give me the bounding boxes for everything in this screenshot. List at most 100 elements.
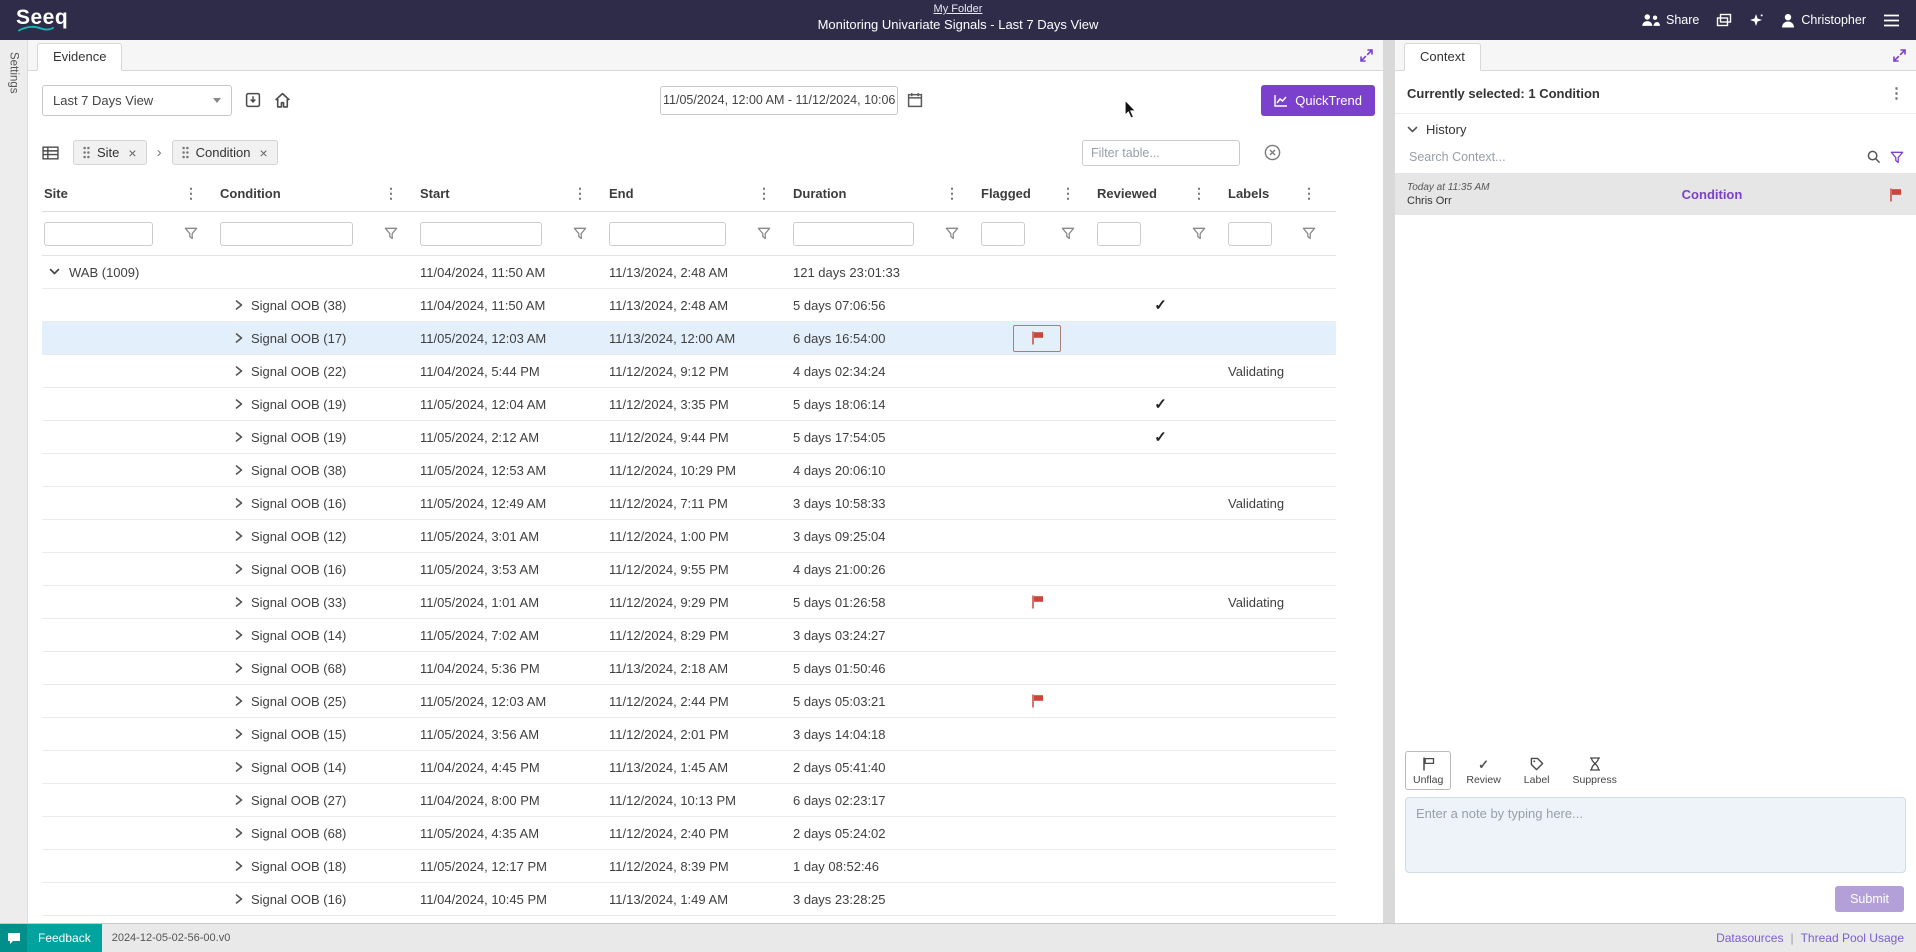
chevron-right-icon[interactable] [235, 861, 243, 871]
status-link[interactable]: Thread Pool Usage [1801, 931, 1904, 945]
chevron-down-icon[interactable] [49, 268, 60, 276]
chevron-right-icon[interactable] [235, 663, 243, 673]
share-button[interactable]: Share [1640, 13, 1699, 27]
chevron-right-icon[interactable] [235, 432, 243, 442]
tab-context[interactable]: Context [1404, 43, 1481, 71]
column-header-condition[interactable]: Condition⋮ [218, 185, 418, 202]
chevron-right-icon[interactable] [235, 333, 243, 343]
table-row[interactable]: Signal OOB (14)11/04/2024, 4:45 PM11/13/… [42, 751, 1336, 784]
date-range-input[interactable] [660, 86, 898, 115]
table-row[interactable]: Signal OOB (19)11/05/2024, 12:04 AM11/12… [42, 388, 1336, 421]
note-input[interactable] [1405, 797, 1906, 873]
chevron-right-icon[interactable] [235, 531, 243, 541]
breadcrumb-my-folder[interactable]: My Folder [818, 3, 1099, 15]
filter-icon[interactable] [1890, 151, 1904, 164]
user-menu[interactable]: Christopher [1781, 13, 1866, 28]
filter-funnel-icon[interactable] [1192, 227, 1206, 240]
clear-filter-icon[interactable] [1264, 144, 1281, 161]
history-entry[interactable]: Today at 11:35 AMChris OrrCondition [1395, 174, 1916, 215]
home-icon[interactable] [274, 92, 291, 108]
chevron-right-icon[interactable] [235, 498, 243, 508]
table-columns-icon[interactable] [42, 146, 59, 160]
flag-selection-box[interactable] [1013, 325, 1061, 352]
column-header-start[interactable]: Start⋮ [418, 185, 607, 202]
column-filter-input[interactable] [609, 222, 726, 246]
chevron-right-icon[interactable] [235, 564, 243, 574]
filter-funnel-icon[interactable] [945, 227, 959, 240]
column-filter-input[interactable] [1228, 222, 1272, 246]
filter-funnel-icon[interactable] [573, 227, 587, 240]
settings-sidebar[interactable]: Settings [0, 40, 28, 923]
chevron-right-icon[interactable] [235, 630, 243, 640]
chevron-right-icon[interactable] [235, 399, 243, 409]
column-menu-icon[interactable]: ⋮ [384, 185, 398, 202]
chevron-right-icon[interactable] [235, 762, 243, 772]
calendar-icon[interactable] [907, 92, 923, 108]
table-row[interactable]: Signal OOB (68)11/05/2024, 4:35 AM11/12/… [42, 817, 1336, 850]
close-icon[interactable]: × [128, 148, 136, 158]
filter-table-input[interactable] [1082, 140, 1240, 166]
table-row[interactable]: Signal OOB (18)11/05/2024, 12:17 PM11/12… [42, 850, 1336, 883]
search-context-input[interactable] [1407, 149, 1858, 165]
column-menu-icon[interactable]: ⋮ [1061, 185, 1075, 202]
table-row[interactable]: Signal OOB (16)11/05/2024, 12:49 AM11/12… [42, 487, 1336, 520]
suppress-button[interactable]: Suppress [1565, 751, 1625, 790]
table-row[interactable]: Signal OOB (38)11/04/2024, 11:50 AM11/13… [42, 289, 1336, 322]
column-header-end[interactable]: End⋮ [607, 185, 791, 202]
filter-funnel-icon[interactable] [384, 227, 398, 240]
label-button[interactable]: Label [1516, 751, 1558, 790]
submit-button[interactable]: Submit [1835, 886, 1904, 912]
table-row[interactable]: Signal OOB (12)11/05/2024, 3:01 AM11/12/… [42, 520, 1336, 553]
column-menu-icon[interactable]: ⋮ [757, 185, 771, 202]
column-filter-input[interactable] [1097, 222, 1141, 246]
search-icon[interactable] [1867, 150, 1881, 164]
chevron-right-icon[interactable] [235, 300, 243, 310]
table-row[interactable]: Signal OOB (68)11/04/2024, 5:36 PM11/13/… [42, 652, 1336, 685]
column-header-labels[interactable]: Labels⋮ [1226, 185, 1336, 202]
ai-sparkle-icon[interactable] [1749, 13, 1764, 28]
table-row[interactable]: Signal OOB (14)11/05/2024, 7:02 AM11/12/… [42, 619, 1336, 652]
table-row[interactable]: Signal OOB (33)11/05/2024, 1:01 AM11/12/… [42, 586, 1336, 619]
status-link[interactable]: Datasources [1716, 931, 1783, 945]
column-menu-icon[interactable]: ⋮ [1302, 185, 1316, 202]
column-header-flagged[interactable]: Flagged⋮ [979, 185, 1095, 202]
grouping-chip-site[interactable]: Site× [73, 140, 147, 165]
worksheets-icon[interactable] [1716, 13, 1732, 27]
context-menu-icon[interactable]: ⋮ [1889, 84, 1904, 102]
chevron-right-icon[interactable] [235, 696, 243, 706]
table-row[interactable]: Signal OOB (16)11/05/2024, 3:53 AM11/12/… [42, 553, 1336, 586]
feedback-button[interactable]: Feedback [0, 924, 102, 952]
chevron-right-icon[interactable] [235, 828, 243, 838]
column-filter-input[interactable] [793, 222, 914, 246]
filter-funnel-icon[interactable] [1302, 227, 1316, 240]
column-menu-icon[interactable]: ⋮ [184, 185, 198, 202]
table-row[interactable]: Signal OOB (17)11/05/2024, 12:03 AM11/13… [42, 322, 1336, 355]
filter-funnel-icon[interactable] [184, 227, 198, 240]
update-view-icon[interactable] [245, 92, 261, 108]
history-section-toggle[interactable]: History [1395, 114, 1916, 143]
table-row[interactable]: Signal OOB (16)11/04/2024, 10:45 PM11/13… [42, 883, 1336, 916]
column-menu-icon[interactable]: ⋮ [1192, 185, 1206, 202]
chevron-right-icon[interactable] [235, 366, 243, 376]
chevron-right-icon[interactable] [235, 597, 243, 607]
column-menu-icon[interactable]: ⋮ [945, 185, 959, 202]
column-filter-input[interactable] [44, 222, 153, 246]
column-header-duration[interactable]: Duration⋮ [791, 185, 979, 202]
hamburger-menu-icon[interactable] [1883, 14, 1900, 27]
table-row[interactable]: Signal OOB (27)11/04/2024, 8:00 PM11/12/… [42, 784, 1336, 817]
expand-panel-icon[interactable] [1892, 48, 1907, 63]
unflag-button[interactable]: Unflag [1405, 751, 1451, 790]
quicktrend-button[interactable]: QuickTrend [1261, 85, 1375, 116]
column-header-site[interactable]: Site⋮ [42, 185, 218, 202]
column-filter-input[interactable] [220, 222, 353, 246]
filter-funnel-icon[interactable] [1061, 227, 1075, 240]
close-icon[interactable]: × [260, 148, 268, 158]
seeq-logo[interactable]: Seeq [16, 8, 74, 32]
chevron-right-icon[interactable] [235, 729, 243, 739]
chevron-right-icon[interactable] [235, 465, 243, 475]
table-row[interactable]: Signal OOB (22)11/04/2024, 5:44 PM11/12/… [42, 355, 1336, 388]
table-row[interactable]: Signal OOB (38)11/05/2024, 12:53 AM11/12… [42, 454, 1336, 487]
tab-evidence[interactable]: Evidence [37, 43, 122, 71]
table-row[interactable]: Signal OOB (19)11/05/2024, 2:12 AM11/12/… [42, 421, 1336, 454]
table-row[interactable]: WAB (1009)11/04/2024, 11:50 AM11/13/2024… [42, 256, 1336, 289]
